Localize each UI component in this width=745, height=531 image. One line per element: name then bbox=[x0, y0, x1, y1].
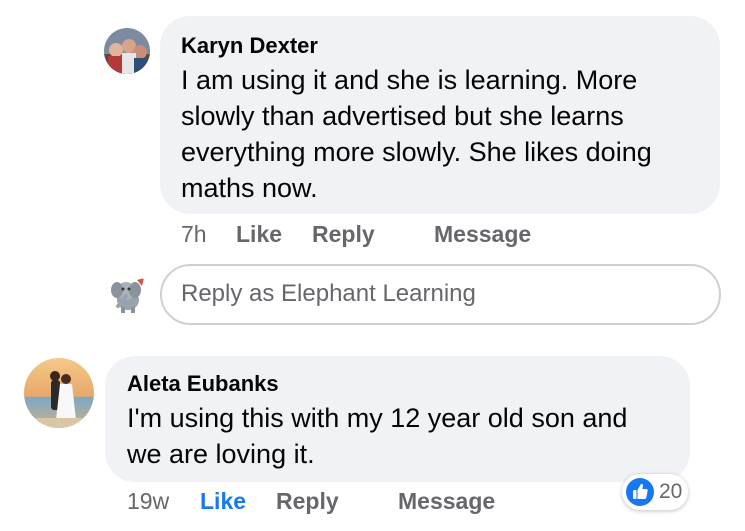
comment-text-line: everything more slowly. She likes doing bbox=[181, 137, 652, 167]
comment-text-line: maths now. bbox=[181, 173, 318, 203]
comment-text-line: slowly than advertised but she learns bbox=[181, 101, 624, 131]
wedding-photo-avatar-icon bbox=[24, 358, 94, 428]
comment-text-line: we are loving it. bbox=[127, 439, 315, 469]
comment-timestamp[interactable]: 7h bbox=[181, 221, 207, 248]
comment-actions: 19w Like Reply Message bbox=[127, 488, 527, 516]
comment-bubble: Aleta Eubanks I'm using this with my 12 … bbox=[105, 356, 690, 482]
thumbs-up-icon bbox=[626, 478, 654, 506]
comment-text-line: I am using it and she is learning. More bbox=[181, 65, 638, 95]
message-button[interactable]: Message bbox=[434, 221, 531, 248]
comment-timestamp[interactable]: 19w bbox=[127, 488, 169, 515]
avatar-aleta-eubanks[interactable] bbox=[24, 358, 94, 428]
reply-input-box[interactable] bbox=[160, 264, 721, 325]
group-photo-avatar-icon bbox=[104, 28, 150, 74]
comment-author[interactable]: Karyn Dexter bbox=[181, 33, 700, 59]
like-button[interactable]: Like bbox=[236, 221, 282, 248]
avatar-karyn-dexter[interactable] bbox=[104, 28, 150, 74]
message-button[interactable]: Message bbox=[398, 488, 495, 515]
like-button[interactable]: Like bbox=[200, 488, 246, 515]
reaction-count: 20 bbox=[659, 480, 683, 503]
comment-author[interactable]: Aleta Eubanks bbox=[127, 371, 670, 397]
comment-actions: 7h Like Reply Message bbox=[181, 221, 581, 249]
reply-button[interactable]: Reply bbox=[276, 488, 339, 515]
elephant-logo-icon bbox=[104, 272, 150, 318]
reply-input[interactable] bbox=[181, 280, 701, 308]
reaction-summary[interactable]: 20 bbox=[622, 474, 688, 510]
reply-button[interactable]: Reply bbox=[312, 221, 375, 248]
comment-text-line: I'm using this with my 12 year old son a… bbox=[127, 403, 628, 433]
comment-bubble: Karyn Dexter I am using it and she is le… bbox=[160, 16, 720, 214]
page-avatar bbox=[104, 272, 150, 318]
